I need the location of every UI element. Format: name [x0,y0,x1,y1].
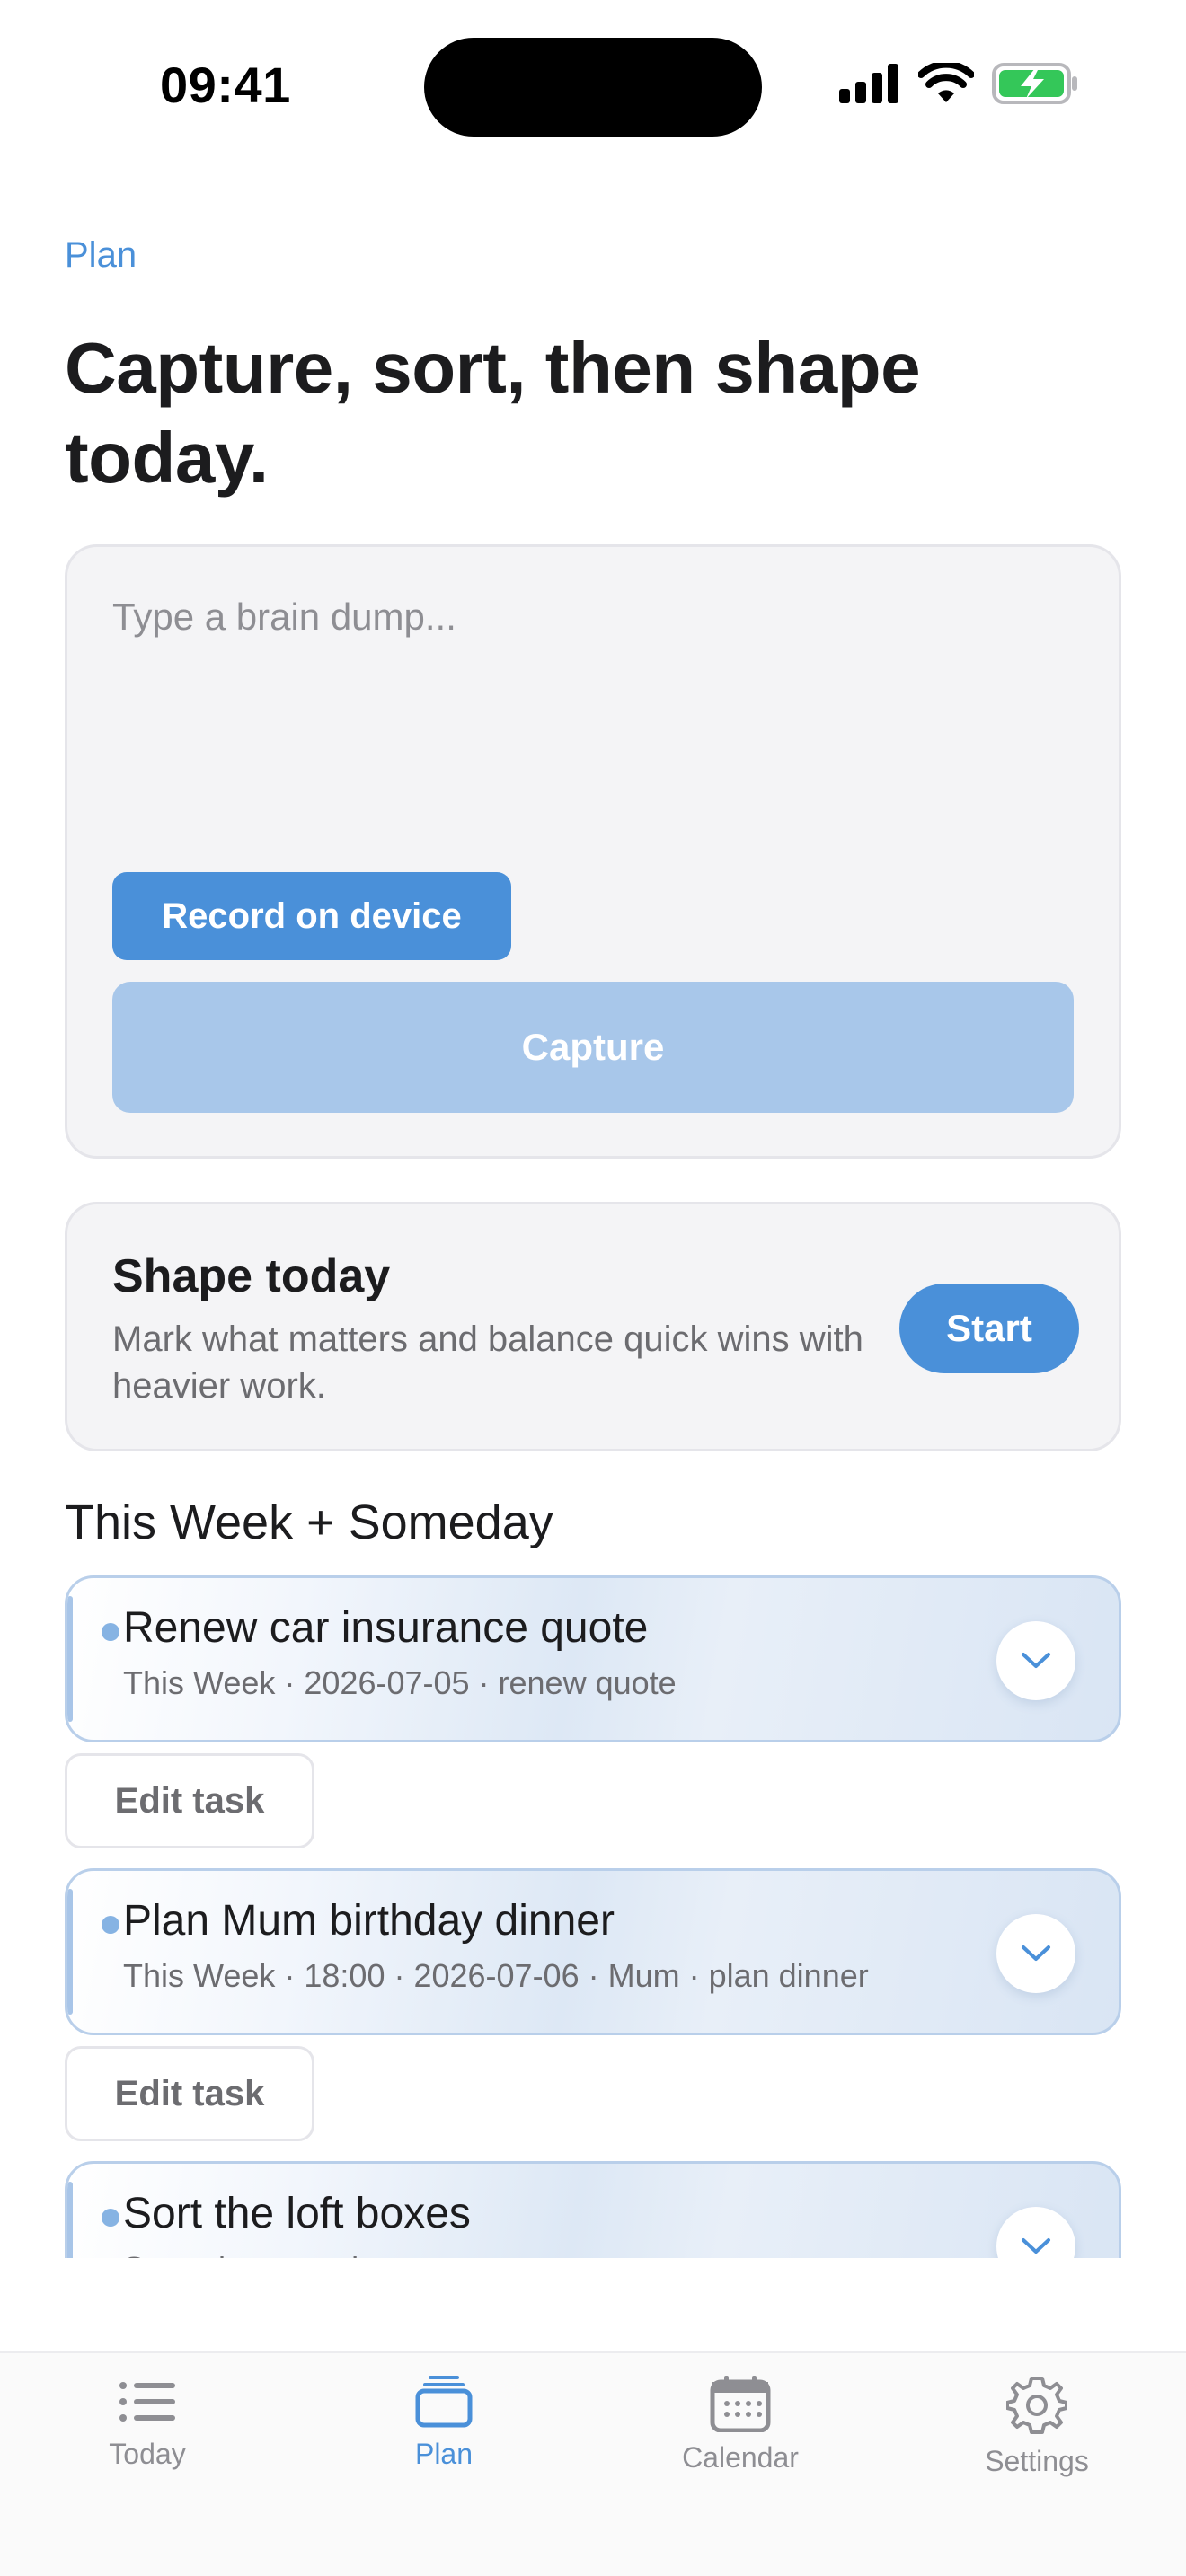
tab-label: Today [109,2438,186,2470]
tab-calendar[interactable]: Calendar [633,2375,848,2501]
capture-card: Record on device Capture [65,544,1121,1159]
wifi-icon [918,63,974,102]
chevron-down-icon [1022,2238,1050,2254]
shape-today-description: Mark what matters and balance quick wins… [112,1319,863,1406]
calendar-icon [710,2376,771,2432]
edit-task-button[interactable]: Edit task [65,1753,314,1848]
expand-task-button[interactable] [996,1621,1075,1700]
task-card[interactable]: Sort the loft boxes Someday · sort boxes [65,2161,1121,2258]
task-title: Plan Mum birthday dinner [123,1897,615,1945]
task-card[interactable]: Renew car insurance quote This Week · 20… [65,1575,1121,1742]
task-meta: This Week · 2026-07-05 · renew quote [123,1664,677,1701]
page-title: Capture, sort, then shape today. [65,328,921,498]
task-card[interactable]: Plan Mum birthday dinner This Week · 18:… [65,1868,1121,2035]
dynamic-island [424,38,762,137]
shape-today-title: Shape today [112,1250,391,1302]
tab-bar: Today Plan Calendar Settings [0,2351,1186,2576]
stack-icon [415,2376,473,2428]
tab-label: Calendar [682,2441,799,2474]
shape-today-card: Shape today Mark what matters and balanc… [65,1202,1121,1451]
gear-icon [1006,2377,1067,2434]
battery-charging-icon [992,63,1077,104]
list-icon [119,2382,175,2422]
task-dot [102,1623,119,1641]
task-dot [102,1916,119,1934]
plan-screen: 09:41 Plan Capture, sort, then shape tod… [0,0,1186,2576]
expand-task-button[interactable] [996,2207,1075,2258]
task-title: Renew car insurance quote [123,1604,649,1652]
expand-task-button[interactable] [996,1914,1075,1993]
start-button[interactable]: Start [899,1284,1079,1373]
status-time: 09:41 [160,57,291,113]
section-title: This Week + Someday [65,1495,553,1549]
tab-today[interactable]: Today [40,2375,255,2501]
chevron-down-icon [1022,1653,1050,1668]
record-on-device-button[interactable]: Record on device [112,872,511,960]
edit-task-button[interactable]: Edit task [65,2046,314,2141]
task-dot [102,2209,119,2227]
task-title: Sort the loft boxes [123,2190,471,2237]
tab-plan[interactable]: Plan [336,2375,552,2501]
chevron-down-icon [1022,1945,1050,1961]
tab-settings[interactable]: Settings [929,2375,1145,2501]
task-meta: This Week · 18:00 · 2026-07-06 · Mum · p… [123,1957,869,1994]
capture-button[interactable]: Capture [112,982,1074,1113]
task-meta: Someday · sort boxes [123,2250,438,2258]
section-eyebrow: Plan [65,235,137,275]
tab-label: Plan [414,2438,474,2470]
status-icons [839,63,1078,104]
signal-icon [839,64,898,103]
brain-dump-input[interactable] [112,595,1074,865]
task-list: Renew car insurance quote This Week · 20… [65,1575,1121,2258]
tab-label: Settings [985,2445,1089,2477]
